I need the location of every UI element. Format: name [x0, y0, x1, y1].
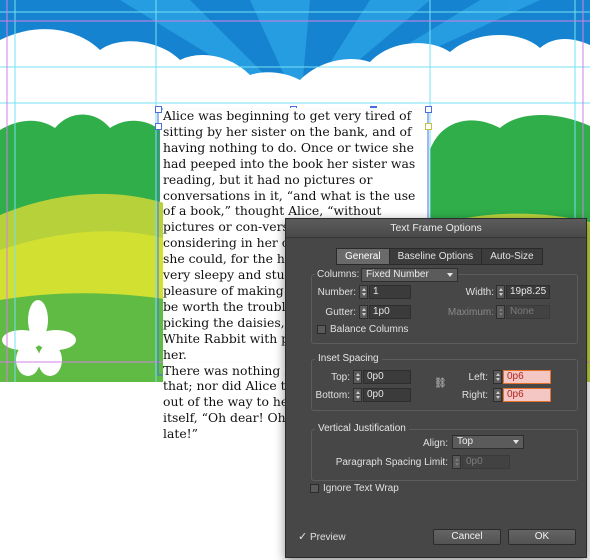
chevron-down-icon [513, 440, 519, 444]
top-field[interactable]: 0p0 [363, 370, 411, 384]
dialog-title: Text Frame Options [286, 219, 586, 238]
cancel-button[interactable]: Cancel [433, 529, 501, 545]
vertical-justification-title: Vertical Justification [315, 423, 409, 434]
bottom-stepper-icon[interactable] [353, 388, 362, 402]
ignore-text-wrap-checkbox[interactable] [310, 484, 319, 493]
paragraph-spacing-stepper-icon [452, 455, 461, 469]
preview-checkmark-icon[interactable]: ✓ [298, 530, 307, 543]
gutter-label: Gutter: [325, 307, 356, 318]
dialog-tabs: General Baseline Options Auto-Size [336, 248, 543, 265]
frame-handle-left[interactable] [155, 123, 162, 130]
frame-handle-top-right[interactable] [425, 106, 432, 113]
align-select[interactable]: Top [452, 435, 524, 449]
right-label: Right: [461, 390, 488, 401]
number-field[interactable]: 1 [369, 285, 411, 299]
left-field[interactable]: 0p6 [503, 370, 551, 384]
width-label: Width: [465, 287, 494, 298]
align-select-value: Top [457, 436, 474, 447]
maximum-label: Maximum: [447, 307, 494, 318]
columns-label: Columns: [315, 269, 362, 280]
chevron-down-icon [447, 273, 453, 277]
number-label: Number: [317, 287, 356, 298]
columns-select[interactable]: Fixed Number [361, 268, 458, 282]
inset-spacing-title: Inset Spacing [315, 353, 382, 364]
bottom-field[interactable]: 0p0 [363, 388, 411, 402]
maximum-field: None [506, 305, 550, 319]
gutter-field[interactable]: 1p0 [369, 305, 411, 319]
tab-general[interactable]: General [336, 248, 390, 265]
right-stepper-icon[interactable] [493, 388, 502, 402]
bottom-label: Bottom: [315, 390, 350, 401]
right-field[interactable]: 0p6 [503, 388, 551, 402]
preview-label: Preview [310, 532, 346, 543]
top-stepper-icon[interactable] [353, 370, 362, 384]
paragraph-spacing-limit-label: Paragraph Spacing Limit: [335, 457, 448, 468]
text-frame-options-dialog: Text Frame Options General Baseline Opti… [285, 218, 587, 558]
paragraph-spacing-limit-field: 0p0 [462, 455, 510, 469]
left-stepper-icon[interactable] [493, 370, 502, 384]
ignore-text-wrap-label: Ignore Text Wrap [323, 483, 399, 494]
number-stepper-icon[interactable] [359, 285, 368, 299]
balance-columns-checkbox[interactable] [317, 325, 326, 334]
out-port-handle[interactable] [425, 123, 432, 130]
width-field[interactable]: 19p8.25 [506, 285, 550, 299]
link-chain-icon[interactable]: ⛓ [434, 379, 447, 389]
columns-select-value: Fixed Number [366, 269, 429, 280]
ok-button[interactable]: OK [508, 529, 576, 545]
frame-handle-top-left[interactable] [155, 106, 162, 113]
maximum-stepper-icon [496, 305, 505, 319]
left-label: Left: [468, 372, 488, 383]
gutter-stepper-icon[interactable] [359, 305, 368, 319]
balance-columns-label: Balance Columns [330, 324, 409, 335]
top-label: Top: [331, 372, 350, 383]
align-label: Align: [422, 438, 448, 449]
width-stepper-icon[interactable] [496, 285, 505, 299]
vertical-justification-group [311, 429, 578, 481]
tab-auto-size[interactable]: Auto-Size [481, 248, 543, 265]
tab-baseline-options[interactable]: Baseline Options [388, 248, 483, 265]
